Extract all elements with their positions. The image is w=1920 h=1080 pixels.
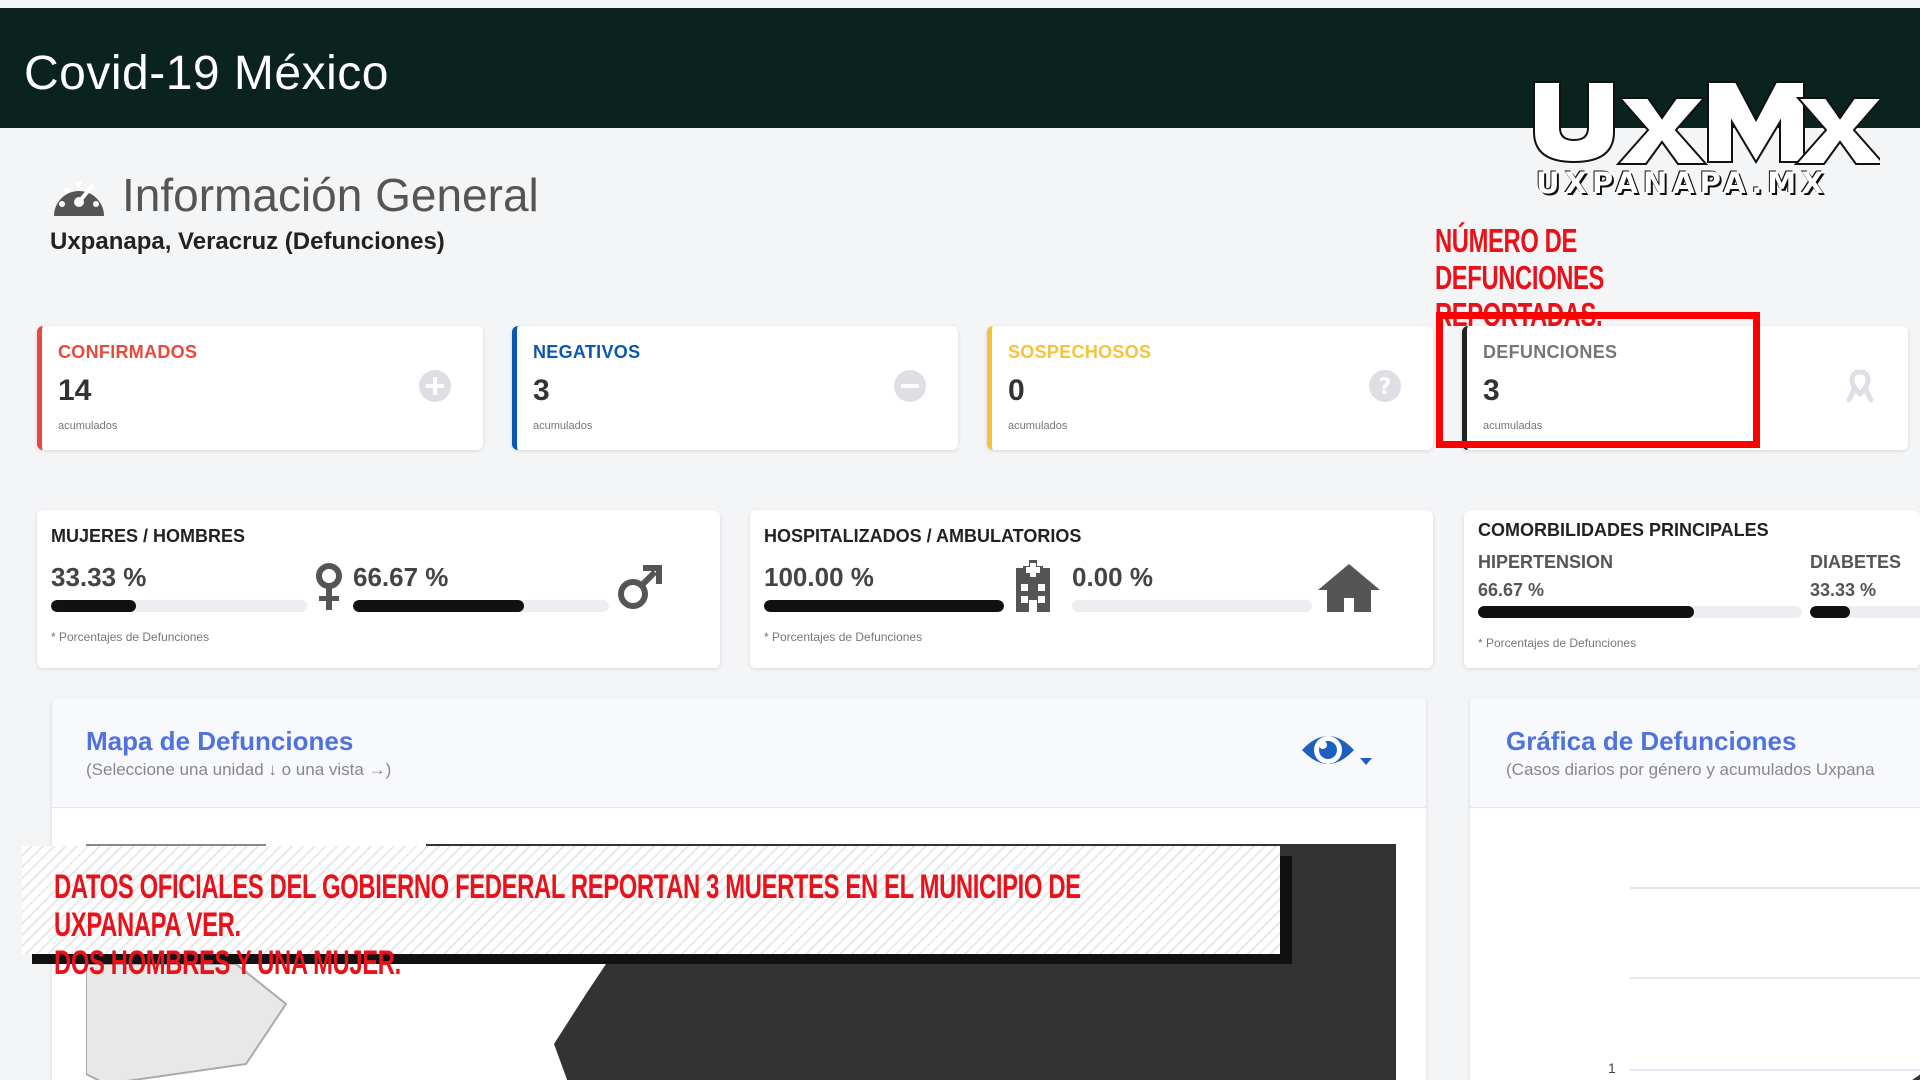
hospitalized-progress-bar xyxy=(764,600,1004,612)
comorbidity-progress-bar xyxy=(1478,606,1802,618)
banner-text: DATOS OFICIALES DEL GOBIERNO FEDERAL REP… xyxy=(54,868,1146,982)
panel-title: COMORBILIDADES PRINCIPALES xyxy=(1478,520,1769,540)
hospitalized-percent: 100.00 % xyxy=(764,562,874,592)
men-percent: 66.67 % xyxy=(353,562,449,592)
card-value: 0 xyxy=(1008,374,1025,407)
card-label: NEGATIVOS xyxy=(533,342,641,362)
card-label: SOSPECHOSOS xyxy=(1008,342,1152,362)
plus-circle-icon xyxy=(419,370,451,402)
chart-title: Gráfica de Defunciones xyxy=(1506,726,1797,756)
page-title: Información General xyxy=(122,169,539,221)
tachometer-icon xyxy=(54,181,104,216)
minus-circle-icon xyxy=(894,370,926,402)
question-circle-icon: ? xyxy=(1369,370,1401,402)
hospitalized-progress-fill xyxy=(764,600,1004,612)
panel-note: * Porcentajes de Defunciones xyxy=(764,630,923,644)
svg-text:?: ? xyxy=(1379,375,1392,400)
comorbidity-name: DIABETES xyxy=(1810,552,1902,572)
female-icon xyxy=(316,563,342,610)
logo-site-text: UXPANAPA.MX xyxy=(1536,166,1829,200)
ambulatory-progress-bar xyxy=(1072,600,1312,612)
comorbidity-progress-bar xyxy=(1810,606,1920,618)
panel-note: * Porcentajes de Defunciones xyxy=(1478,636,1637,650)
uxmx-logo-icon xyxy=(1533,81,1880,165)
comorbidity-progress-fill xyxy=(1478,606,1694,618)
panel-title: HOSPITALIZADOS / AMBULATORIOS xyxy=(764,526,1082,546)
ribbon-icon xyxy=(1846,369,1874,403)
banner-line: DATOS OFICIALES DEL GOBIERNO FEDERAL REP… xyxy=(54,868,1081,944)
annotation-banner: DATOS OFICIALES DEL GOBIERNO FEDERAL REP… xyxy=(22,846,1280,982)
panel-hospitalized: HOSPITALIZADOS / AMBULATORIOS 100.00 % 0… xyxy=(750,510,1433,668)
comorbidity-name: HIPERTENSION xyxy=(1478,552,1614,572)
women-progress-bar xyxy=(51,600,307,612)
ambulatory-percent: 0.00 % xyxy=(1072,562,1153,592)
card-label: CONFIRMADOS xyxy=(58,342,198,362)
comorbidity-progress-fill xyxy=(1810,606,1850,618)
card-value: 3 xyxy=(533,374,550,407)
panel-gender: MUJERES / HOMBRES 33.33 % 66.67 % * Porc… xyxy=(37,510,720,668)
women-percent: 33.33 % xyxy=(51,562,147,592)
card-note: acumulados xyxy=(58,420,118,432)
card-confirmed[interactable]: CONFIRMADOS 14 acumulados xyxy=(37,326,483,450)
men-progress-fill xyxy=(353,600,524,612)
card-note: acumulados xyxy=(1008,420,1068,432)
annotation-highlight-box xyxy=(1436,312,1760,448)
comorbidity-percent: 66.67 % xyxy=(1478,580,1545,600)
card-value: 14 xyxy=(58,374,92,407)
card-negative[interactable]: NEGATIVOS 3 acumulados xyxy=(512,326,958,450)
card-suspect[interactable]: SOSPECHOSOS 0 acumulados ? xyxy=(987,326,1433,450)
card-note: acumulados xyxy=(533,420,593,432)
panel-title: MUJERES / HOMBRES xyxy=(51,526,246,546)
map-subtitle: (Seleccione una unidad ↓ o una vista →) xyxy=(86,760,392,779)
panel-note: * Porcentajes de Defunciones xyxy=(51,630,210,644)
men-progress-bar xyxy=(353,600,609,612)
women-progress-fill xyxy=(51,600,137,612)
eye-icon[interactable] xyxy=(1298,726,1378,776)
chart-card: Gráfica de Defunciones (Casos diarios po… xyxy=(1470,698,1920,1080)
page-subtitle: Uxpanapa, Veracruz (Defunciones) xyxy=(50,228,445,255)
app-title[interactable]: Covid-19 México xyxy=(24,46,389,101)
deaths-chart-plot[interactable] xyxy=(1630,858,1920,1080)
map-title: Mapa de Defunciones xyxy=(86,726,354,756)
chart-subtitle: (Casos diarios por género y acumulados U… xyxy=(1506,760,1875,779)
banner-line: DOS HOMBRES Y UNA MUJER. xyxy=(54,944,401,982)
map-card-header: Mapa de Defunciones (Seleccione una unid… xyxy=(52,698,1426,808)
chart-card-header: Gráfica de Defunciones (Casos diarios po… xyxy=(1470,698,1920,808)
panel-comorbidities: COMORBILIDADES PRINCIPALES HIPERTENSION … xyxy=(1464,510,1920,668)
male-icon xyxy=(618,565,662,609)
home-icon xyxy=(1318,564,1380,612)
chart-y-tick: 1 xyxy=(1608,1060,1616,1076)
comorbidity-percent: 33.33 % xyxy=(1810,580,1877,600)
hospital-icon xyxy=(1016,560,1050,612)
watermark-logo: UXPANAPA.MX xyxy=(1528,78,1880,202)
